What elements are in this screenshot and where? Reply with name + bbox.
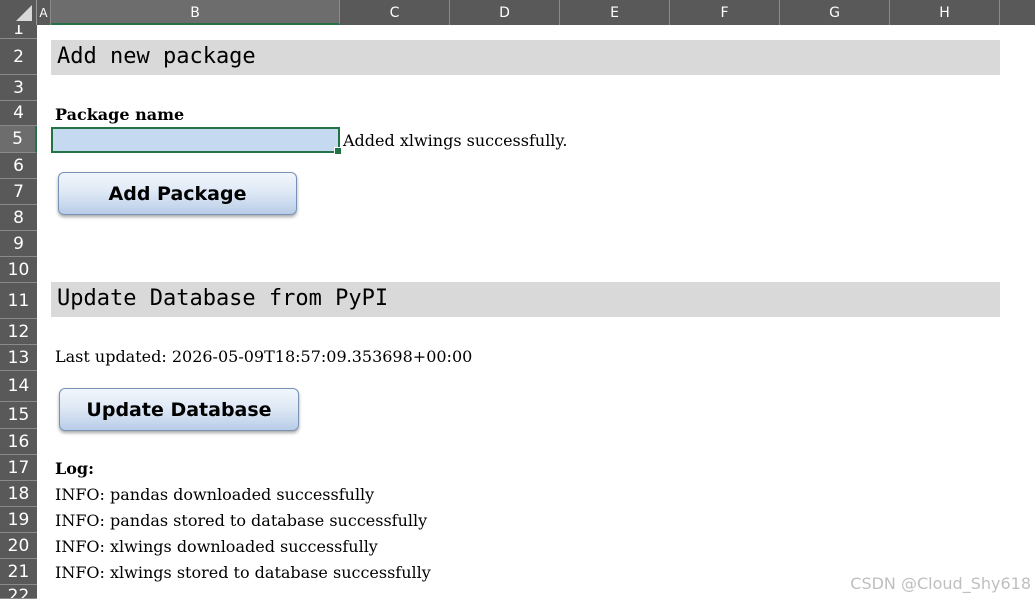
- row-header-11[interactable]: 11: [0, 283, 37, 319]
- row-header-5[interactable]: 5: [0, 126, 37, 153]
- row-header-18[interactable]: 18: [0, 481, 37, 507]
- select-all-triangle-icon: [16, 5, 32, 21]
- add-status-message: Added xlwings successfully.: [343, 131, 568, 150]
- row-header-19[interactable]: 19: [0, 507, 37, 533]
- column-header-c[interactable]: C: [340, 0, 450, 25]
- row-header-16[interactable]: 16: [0, 429, 37, 455]
- add-section-title: Add new package: [57, 44, 256, 69]
- row-header-6[interactable]: 6: [0, 153, 37, 179]
- row-header-1[interactable]: 1: [0, 25, 37, 39]
- column-header-h[interactable]: H: [890, 0, 1000, 25]
- column-header-a[interactable]: A: [37, 0, 51, 25]
- fill-handle[interactable]: [334, 147, 342, 155]
- log-line: INFO: pandas downloaded successfully: [55, 485, 375, 504]
- update-database-button[interactable]: Update Database: [59, 388, 299, 431]
- log-line: INFO: pandas stored to database successf…: [55, 511, 428, 530]
- add-package-button[interactable]: Add Package: [58, 172, 297, 215]
- row-header-21[interactable]: 21: [0, 559, 37, 585]
- update-section-title: Update Database from PyPI: [57, 286, 389, 311]
- select-all-corner[interactable]: [0, 0, 37, 25]
- column-header-e[interactable]: E: [560, 0, 670, 25]
- row-header-20[interactable]: 20: [0, 533, 37, 559]
- log-line: INFO: xlwings stored to database success…: [55, 563, 431, 582]
- row-header-7[interactable]: 7: [0, 179, 37, 205]
- column-header-g[interactable]: G: [780, 0, 890, 25]
- row-header-17[interactable]: 17: [0, 455, 37, 481]
- column-header-bar: A B C D E F G H: [0, 0, 1035, 25]
- row-header-3[interactable]: 3: [0, 75, 37, 101]
- log-line: INFO: xlwings downloaded successfully: [55, 537, 378, 556]
- row-header-9[interactable]: 9: [0, 231, 37, 257]
- column-header-b[interactable]: B: [51, 0, 340, 25]
- package-name-input-cell[interactable]: [51, 127, 342, 155]
- last-updated-text: Last updated: 2026-05-09T18:57:09.353698…: [55, 347, 473, 366]
- column-header-d[interactable]: D: [450, 0, 560, 25]
- row-header-22[interactable]: 22: [0, 585, 37, 599]
- row-header-15[interactable]: 15: [0, 402, 37, 429]
- row-header-bar: 1 2 3 4 5 6 7 8 9 10 11 12 13 14 15 16 1…: [0, 25, 37, 599]
- log-label: Log:: [55, 459, 95, 478]
- column-header-f[interactable]: F: [670, 0, 780, 25]
- row-header-10[interactable]: 10: [0, 257, 37, 283]
- row-header-8[interactable]: 8: [0, 205, 37, 231]
- row-header-12[interactable]: 12: [0, 319, 37, 345]
- row-header-13[interactable]: 13: [0, 345, 37, 371]
- row-header-4[interactable]: 4: [0, 101, 37, 126]
- row-header-14[interactable]: 14: [0, 371, 37, 402]
- package-name-label: Package name: [55, 105, 185, 124]
- row-header-2[interactable]: 2: [0, 39, 37, 75]
- watermark: CSDN @Cloud_Shy618: [850, 574, 1031, 593]
